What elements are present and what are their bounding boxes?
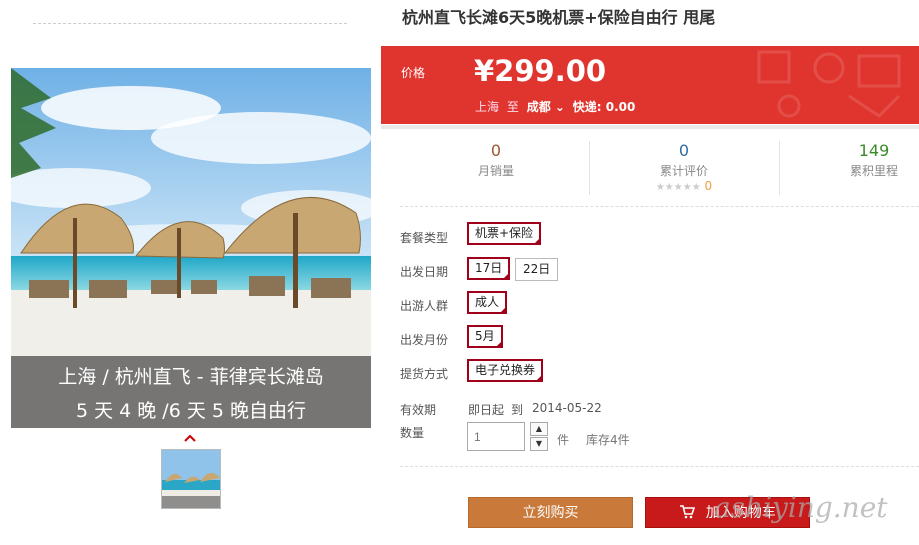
quantity-increase-icon[interactable]: ▲ bbox=[530, 422, 548, 436]
quantity-unit: 件 bbox=[557, 433, 570, 447]
shipping-fee: 快递: 0.00 bbox=[572, 100, 636, 114]
month-label: 出发月份 bbox=[400, 333, 449, 347]
monthly-sales-value: 0 bbox=[490, 141, 502, 160]
route-info: 上海 至 成都 ⌄ 快递: 0.00 bbox=[475, 98, 635, 115]
price-label: 价格 bbox=[401, 66, 426, 80]
date-option-17[interactable]: 17日 bbox=[467, 257, 511, 281]
route-to-word: 至 bbox=[506, 100, 519, 114]
chevron-down-icon: ⌄ bbox=[554, 100, 565, 114]
main-product-image[interactable]: 上海 / 杭州直飞 - 菲律宾长滩岛 5 天 4 晚 /6 天 5 晚自由行 bbox=[11, 68, 371, 428]
to-city-select[interactable]: 成都 ⌄ bbox=[527, 100, 565, 114]
rating-count: 0 bbox=[704, 179, 713, 193]
monthly-sales-stat: 0 月销量 bbox=[476, 141, 516, 179]
caption-line-1: 上海 / 杭州直飞 - 菲律宾长滩岛 bbox=[58, 366, 324, 388]
package-label: 套餐类型 bbox=[400, 231, 449, 245]
price-box: 价格 ¥299.00 上海 至 成都 ⌄ 快递: 0.00 bbox=[381, 46, 919, 124]
shopping-cart-icon bbox=[679, 505, 705, 521]
divider bbox=[400, 466, 919, 467]
quantity-label: 数量 bbox=[400, 426, 425, 440]
stat-separator bbox=[589, 141, 590, 195]
stats-divider bbox=[381, 125, 919, 129]
people-label: 出游人群 bbox=[400, 299, 449, 313]
monthly-sales-label: 月销量 bbox=[477, 164, 514, 178]
validity-label: 有效期 bbox=[400, 403, 437, 417]
chevron-up-icon[interactable] bbox=[184, 432, 196, 444]
thumbnail-beach-image bbox=[162, 450, 220, 508]
mileage-value: 149 bbox=[858, 141, 890, 160]
reviews-label: 累计评价 bbox=[659, 164, 708, 178]
validity-from: 即日起 bbox=[468, 403, 505, 417]
date-label: 出发日期 bbox=[400, 265, 449, 279]
reviews-value: 0 bbox=[678, 141, 690, 160]
people-option-selected[interactable]: 成人 bbox=[467, 291, 508, 315]
mileage-stat: 149 累积里程 bbox=[846, 141, 902, 179]
stat-separator bbox=[779, 141, 780, 195]
from-city: 上海 bbox=[475, 100, 500, 114]
month-option-selected[interactable]: 5月 bbox=[467, 325, 503, 349]
validity-date: 2014-05-22 bbox=[532, 401, 602, 415]
package-option-selected[interactable]: 机票+保险 bbox=[467, 222, 542, 246]
mileage-label: 累积里程 bbox=[849, 164, 898, 178]
divider bbox=[33, 23, 347, 24]
price-value: ¥299.00 bbox=[474, 54, 607, 88]
caption-line-2: 5 天 4 晚 /6 天 5 晚自由行 bbox=[75, 400, 307, 422]
thumbnail-image[interactable] bbox=[161, 449, 221, 509]
stock-count: 库存4件 bbox=[586, 433, 630, 447]
product-title: 杭州直飞长滩6天5晚机票+保险自由行 甩尾 bbox=[402, 8, 716, 27]
delivery-label: 提货方式 bbox=[400, 367, 449, 381]
delivery-option-selected[interactable]: 电子兑换券 bbox=[467, 359, 544, 383]
watermark: ashiying.net bbox=[714, 491, 888, 524]
validity-to-word: 到 bbox=[511, 403, 524, 417]
divider bbox=[400, 206, 919, 207]
reviews-stat[interactable]: 0 累计评价 ★★★★★ 0 bbox=[649, 141, 719, 193]
decorative-pattern-icon bbox=[757, 50, 901, 118]
rating-stars-icon: ★★★★★ bbox=[655, 182, 701, 193]
image-caption: 上海 / 杭州直飞 - 菲律宾长滩岛 5 天 4 晚 /6 天 5 晚自由行 bbox=[11, 356, 371, 428]
product-info-panel: 杭州直飞长滩6天5晚机票+保险自由行 甩尾 价格 ¥299.00 上海 至 成都… bbox=[381, 0, 919, 545]
quantity-input[interactable] bbox=[467, 422, 525, 451]
buy-now-button[interactable]: 立刻购买 bbox=[468, 497, 633, 528]
image-gallery: 上海 / 杭州直飞 - 菲律宾长滩岛 5 天 4 晚 /6 天 5 晚自由行 bbox=[0, 0, 381, 545]
quantity-decrease-icon[interactable]: ▼ bbox=[530, 437, 548, 451]
date-option-22[interactable]: 22日 bbox=[515, 258, 559, 281]
